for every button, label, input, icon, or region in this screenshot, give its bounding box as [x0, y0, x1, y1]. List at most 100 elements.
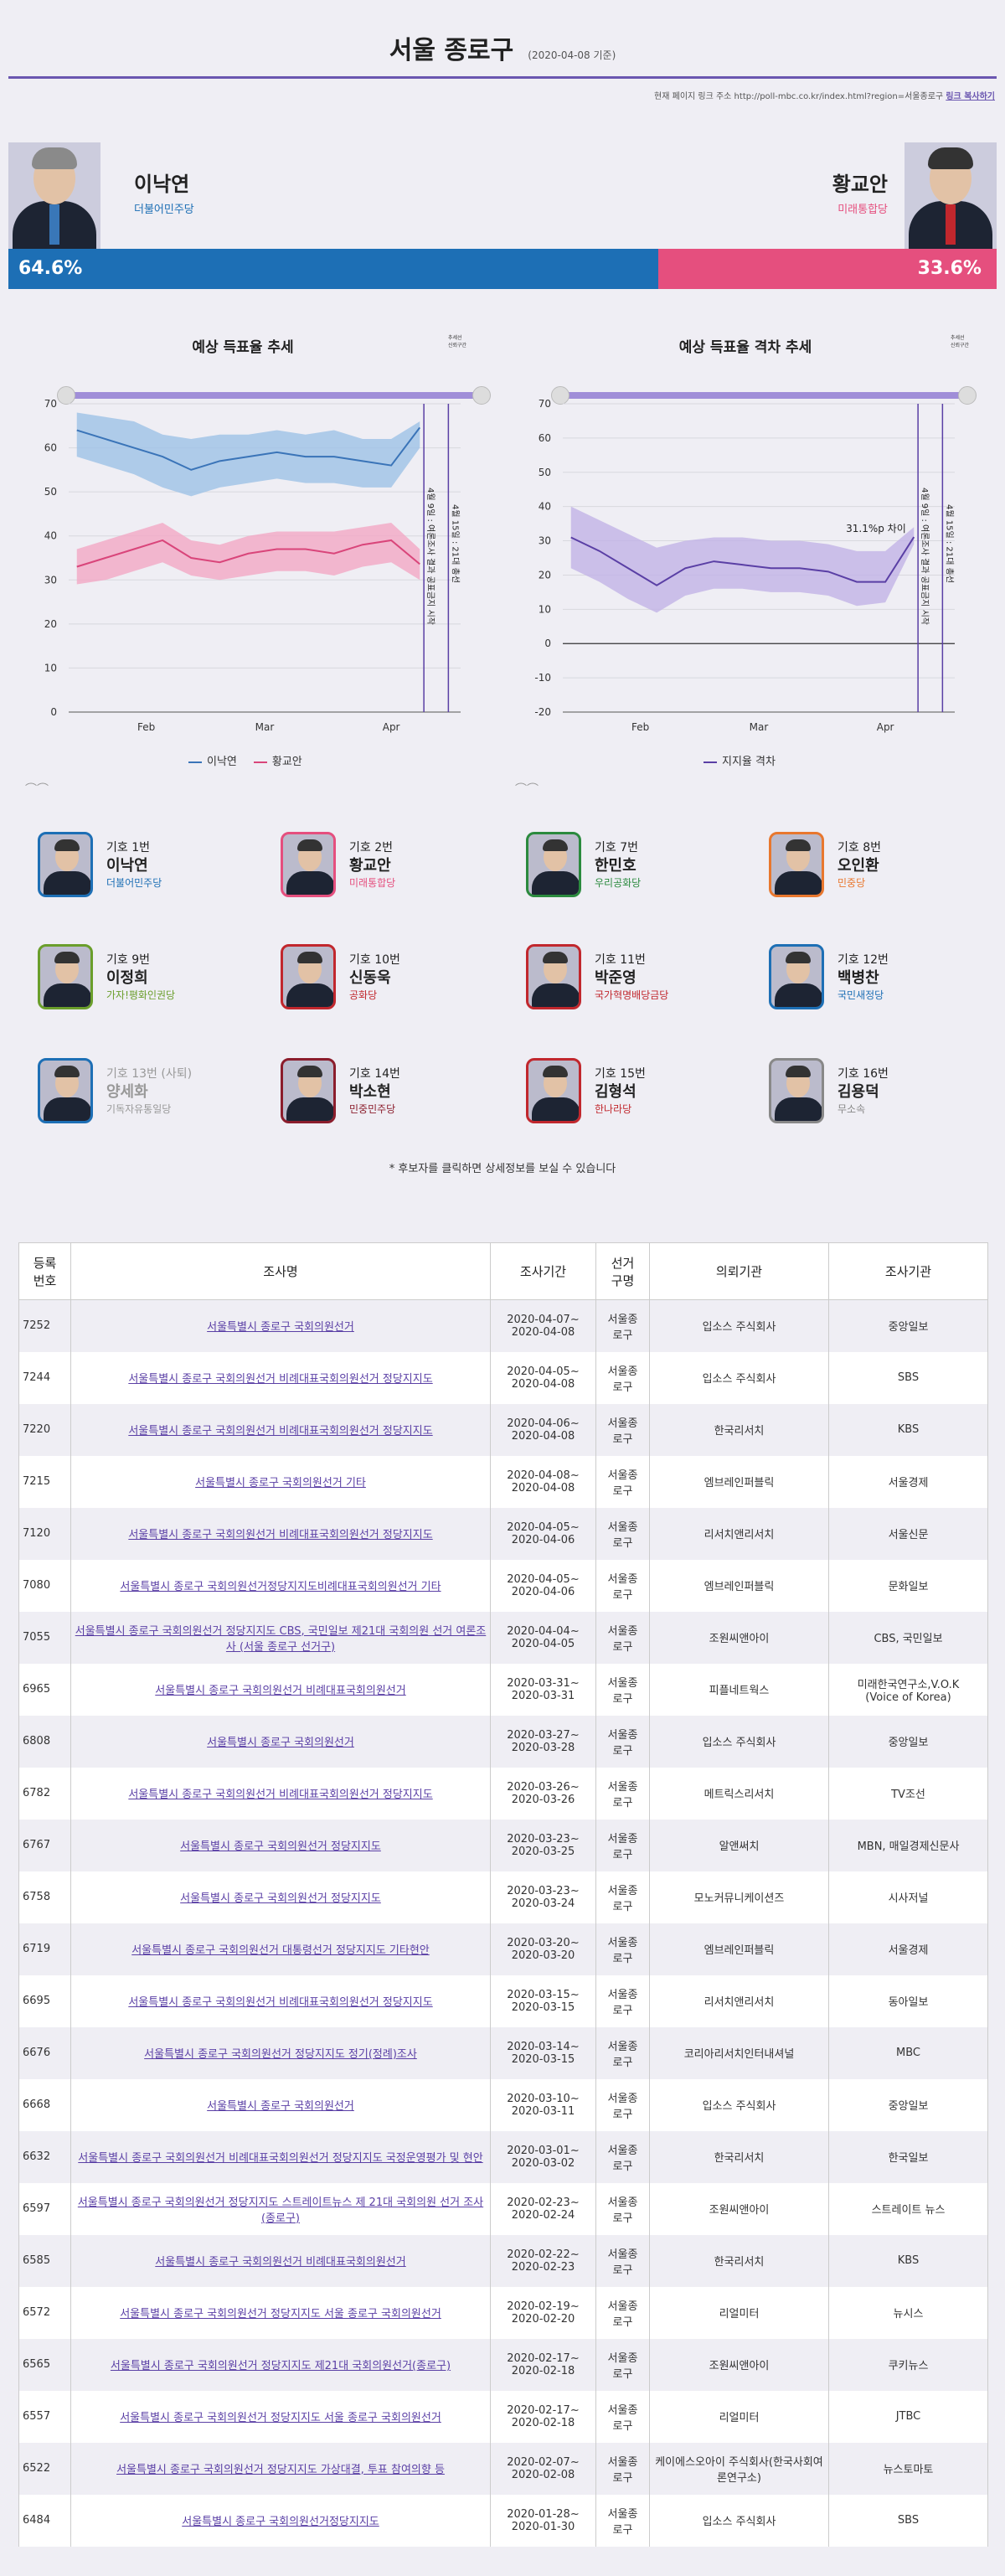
survey-period-cell: 2020-04-06~ 2020-04-08	[490, 1403, 596, 1456]
survey-link[interactable]: 서울특별시 종로구 국회의원선거 비례대표국회의원선거	[155, 2256, 405, 2269]
mini-legend-band-2: 신뢰구간	[951, 343, 970, 348]
survey-link[interactable]: 서울특별시 종로구 국회의원선거 비례대표국회의원선거 정당지지도	[128, 1529, 432, 1541]
candidate-photo-hair	[543, 839, 568, 851]
survey-link[interactable]: 서울특별시 종로구 국회의원선거 정당지지도	[180, 1840, 381, 1853]
candidate-photo[interactable]	[281, 944, 336, 1009]
candidate-photo[interactable]	[38, 944, 93, 1009]
candidate-photo-body	[286, 1097, 333, 1121]
candidate-number: 기호 1번	[106, 841, 150, 854]
survey-link[interactable]: 서울특별시 종로구 국회의원선거정당지지도	[182, 2516, 379, 2528]
registration-number-cell: 6782	[18, 1767, 71, 1820]
candidate-card[interactable]: 기호 1번 이낙연 더불어민주당	[38, 832, 255, 907]
client-cell: 리서치앤리서치	[649, 1507, 829, 1560]
survey-link[interactable]: 서울특별시 종로구 국회의원선거 기타	[195, 1477, 366, 1489]
candidate-photo[interactable]	[526, 944, 581, 1009]
candidate-card[interactable]: 기호 12번 백병찬 국민새정당	[769, 944, 987, 1020]
candidate-photo-body	[286, 871, 333, 895]
candidate-card[interactable]: 기호 16번 김용덕 무소속	[769, 1058, 987, 1133]
survey-link[interactable]: 서울특별시 종로구 국회의원선거 정당지지도 서울 종로구 국회의원선거	[120, 2412, 441, 2424]
client-cell: 리얼미터	[649, 2390, 829, 2443]
pollster-cell: 쿠키뉴스	[828, 2338, 988, 2391]
candidate-photo[interactable]	[526, 832, 581, 897]
survey-link[interactable]: 서울특별시 종로구 국회의원선거 정당지지도 스트레이트뉴스 제 21대 국회의…	[78, 2197, 483, 2225]
candidate-card[interactable]: 기호 9번 이정희 가자!평화인권당	[38, 944, 255, 1020]
y-tick-label: -10	[534, 672, 551, 684]
survey-link[interactable]: 서울특별시 종로구 국회의원선거 정당지지도 CBS, 국민일보 제21대 국회…	[75, 1625, 487, 1654]
survey-period-cell: 2020-04-05~ 2020-04-06	[490, 1559, 596, 1612]
table-row: 6557 서울특별시 종로구 국회의원선거 정당지지도 서울 종로구 국회의원선거…	[18, 2390, 988, 2443]
survey-link[interactable]: 서울특별시 종로구 국회의원선거	[207, 1737, 354, 1749]
survey-link[interactable]: 서울특별시 종로구 국회의원선거 정당지지도 정기(정례)조사	[144, 2048, 417, 2061]
y-tick-label: 0	[544, 638, 551, 649]
survey-link[interactable]: 서울특별시 종로구 국회의원선거 정당지지도 제21대 국회의원선거(종로구)	[111, 2360, 451, 2372]
registration-number-cell: 6632	[18, 2130, 71, 2183]
candidate-party: 민중민주당	[349, 1103, 396, 1115]
client-cell: 조원씨앤아이	[649, 2338, 829, 2391]
candidate-photo[interactable]	[281, 832, 336, 897]
pollster-cell: 중앙일보	[828, 1715, 988, 1768]
candidate-card[interactable]: 기호 2번 황교안 미래통합당	[281, 832, 498, 907]
survey-period-cell: 2020-03-14~ 2020-03-15	[490, 2026, 596, 2079]
survey-link[interactable]: 서울특별시 종로구 국회의원선거 비례대표국회의원선거 정당지지도	[128, 1425, 432, 1438]
candidate-card[interactable]: 기호 8번 오인환 민중당	[769, 832, 987, 907]
legend-swatch	[704, 761, 717, 763]
candidate-card[interactable]: 기호 10번 신동욱 공화당	[281, 944, 498, 1020]
candidate-photo[interactable]	[769, 944, 824, 1009]
survey-link[interactable]: 서울특별시 종로구 국회의원선거 비례대표국회의원선거 정당지지도 국정운영평가…	[78, 2152, 482, 2165]
district-cell: 서울종 로구	[595, 1299, 650, 1352]
y-tick-label: 20	[44, 618, 57, 630]
pollster-cell: 서울신문	[828, 1507, 988, 1560]
district-cell: 서울종 로구	[595, 2026, 650, 2079]
page-header: 서울 종로구 (2020-04-08 기준)	[8, 25, 997, 79]
registration-number-cell: 7252	[18, 1299, 71, 1352]
candidate-photo-left[interactable]	[8, 142, 100, 251]
survey-link[interactable]: 서울특별시 종로구 국회의원선거 비례대표국회의원선거 정당지지도	[128, 1996, 432, 2009]
table-row: 6965 서울특별시 종로구 국회의원선거 비례대표국회의원선거 2020-03-3…	[18, 1663, 988, 1716]
candidate-card[interactable]: 기호 11번 박준영 국가혁명배당금당	[526, 944, 744, 1020]
x-tick-label: Mar	[255, 721, 275, 733]
candidate-photo[interactable]	[526, 1058, 581, 1123]
candidate-card[interactable]: 기호 13번 (사퇴) 양세화 기독자유통일당	[38, 1058, 255, 1133]
legend-label: 황교안	[271, 756, 302, 768]
client-cell: 입소스 주식회사	[649, 1351, 829, 1404]
candidate-card[interactable]: 기호 14번 박소현 민중민주당	[281, 1058, 498, 1133]
client-cell: 조원씨앤아이	[649, 1611, 829, 1664]
candidate-photo[interactable]	[38, 832, 93, 897]
table-body: 7252 서울특별시 종로구 국회의원선거 2020-04-07~ 2020-04-…	[18, 1299, 988, 2547]
client-cell: 엠브레인퍼블릭	[649, 1923, 829, 1975]
table-header-cell: 조사명	[70, 1242, 491, 1300]
y-tick-label: 30	[44, 574, 57, 586]
survey-link[interactable]: 서울특별시 종로구 국회의원선거 비례대표국회의원선거 정당지지도	[128, 1789, 432, 1801]
survey-link[interactable]: 서울특별시 종로구 국회의원선거 정당지지도 가상대결, 투표 참여의향 등	[116, 2464, 445, 2476]
pollster-cell: SBS	[828, 1351, 988, 1404]
survey-link[interactable]: 서울특별시 종로구 국회의원선거	[207, 1321, 354, 1334]
candidate-photo[interactable]	[769, 832, 824, 897]
survey-link[interactable]: 서울특별시 종로구 국회의원선거	[207, 2100, 354, 2113]
survey-link[interactable]: 서울특별시 종로구 국회의원선거 비례대표국회의원선거 정당지지도	[128, 1373, 432, 1386]
district-cell: 서울종 로구	[595, 2182, 650, 2235]
candidate-photo-right[interactable]	[904, 142, 997, 251]
survey-link[interactable]: 서울특별시 종로구 국회의원선거 정당지지도	[180, 1892, 381, 1905]
table-row: 6572 서울특별시 종로구 국회의원선거 정당지지도 서울 종로구 국회의원선거…	[18, 2286, 988, 2339]
survey-name-cell: 서울특별시 종로구 국회의원선거 비례대표국회의원선거	[70, 2234, 491, 2287]
candidate-card[interactable]: 기호 7번 한민호 우리공화당	[526, 832, 744, 907]
candidate-photo[interactable]	[38, 1058, 93, 1123]
survey-period-cell: 2020-02-23~ 2020-02-24	[490, 2182, 596, 2235]
registration-number-cell: 6808	[18, 1715, 71, 1768]
copy-link-button[interactable]: 링크 복사하기	[946, 92, 995, 101]
pollster-cell: 중앙일보	[828, 2078, 988, 2131]
survey-link[interactable]: 서울특별시 종로구 국회의원선거 대통령선거 정당지지도 기타현안	[131, 1944, 430, 1957]
candidate-card[interactable]: 기호 15번 김형석 한나라당	[526, 1058, 744, 1133]
district-cell: 서울종 로구	[595, 1871, 650, 1923]
survey-link[interactable]: 서울특별시 종로구 국회의원선거 비례대표국회의원선거	[155, 1685, 405, 1697]
pollster-cell: 동아일보	[828, 1975, 988, 2027]
survey-period-cell: 2020-03-27~ 2020-03-28	[490, 1715, 596, 1768]
survey-link[interactable]: 서울특별시 종로구 국회의원선거 정당지지도 서울 종로구 국회의원선거	[120, 2308, 441, 2320]
candidate-photo[interactable]	[769, 1058, 824, 1123]
pollster-cell: CBS, 국민일보	[828, 1611, 988, 1664]
survey-link[interactable]: 서울특별시 종로구 국회의원선거정당지지도비례대표국회의원선거 기타	[120, 1581, 441, 1593]
survey-name-cell: 서울특별시 종로구 국회의원선거	[70, 1715, 491, 1768]
candidate-name: 백병찬	[838, 969, 879, 987]
candidate-photo[interactable]	[281, 1058, 336, 1123]
chart1-title: 예상 득표율 추세	[192, 339, 294, 356]
